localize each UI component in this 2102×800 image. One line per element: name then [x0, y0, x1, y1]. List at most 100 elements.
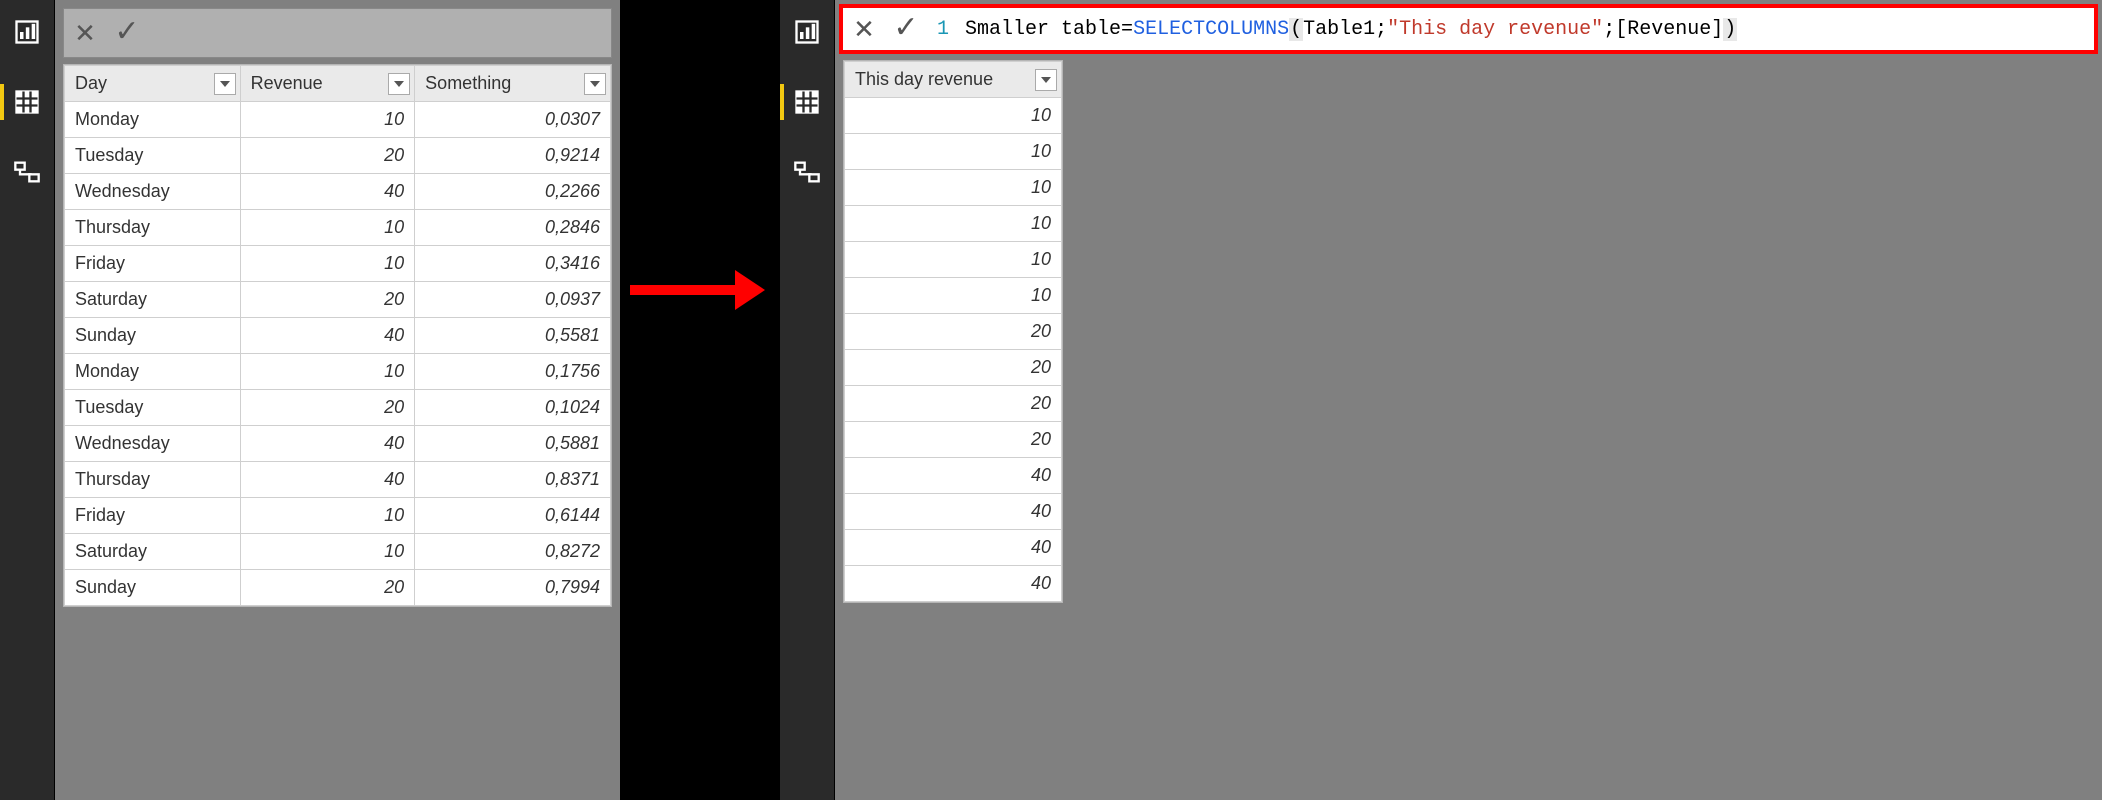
cell-something[interactable]: 0,0307: [415, 102, 611, 138]
cell-day[interactable]: Thursday: [65, 210, 241, 246]
cell-value[interactable]: 40: [845, 494, 1062, 530]
table-row[interactable]: Tuesday200,1024: [65, 390, 611, 426]
cell-something[interactable]: 0,8371: [415, 462, 611, 498]
table-row[interactable]: Saturday100,8272: [65, 534, 611, 570]
table-row[interactable]: 10: [845, 278, 1062, 314]
cell-something[interactable]: 0,9214: [415, 138, 611, 174]
cell-day[interactable]: Wednesday: [65, 174, 241, 210]
table-row[interactable]: Friday100,6144: [65, 498, 611, 534]
table-row[interactable]: Monday100,1756: [65, 354, 611, 390]
table-row[interactable]: 10: [845, 98, 1062, 134]
column-header[interactable]: Day: [65, 66, 241, 102]
table-row[interactable]: 20: [845, 314, 1062, 350]
table-row[interactable]: Sunday200,7994: [65, 570, 611, 606]
column-header[interactable]: Revenue: [240, 66, 415, 102]
table-row[interactable]: 10: [845, 134, 1062, 170]
table-row[interactable]: 20: [845, 350, 1062, 386]
cell-day[interactable]: Sunday: [65, 570, 241, 606]
column-header[interactable]: This day revenue: [845, 62, 1062, 98]
table-row[interactable]: 40: [845, 458, 1062, 494]
cell-revenue[interactable]: 10: [240, 354, 415, 390]
cell-value[interactable]: 20: [845, 422, 1062, 458]
column-filter-button[interactable]: [388, 73, 410, 95]
table-row[interactable]: Monday100,0307: [65, 102, 611, 138]
cell-revenue[interactable]: 10: [240, 534, 415, 570]
cell-value[interactable]: 40: [845, 566, 1062, 602]
cell-something[interactable]: 0,1024: [415, 390, 611, 426]
table-row[interactable]: Sunday400,5581: [65, 318, 611, 354]
cell-something[interactable]: 0,6144: [415, 498, 611, 534]
cell-something[interactable]: 0,7994: [415, 570, 611, 606]
table-row[interactable]: 10: [845, 170, 1062, 206]
cell-day[interactable]: Monday: [65, 354, 241, 390]
cell-value[interactable]: 20: [845, 350, 1062, 386]
table-row[interactable]: 40: [845, 566, 1062, 602]
commit-formula-button[interactable]: ✓: [885, 6, 927, 48]
cell-value[interactable]: 10: [845, 170, 1062, 206]
table-row[interactable]: 10: [845, 242, 1062, 278]
nav-report[interactable]: [780, 8, 835, 56]
table-row[interactable]: Wednesday400,5881: [65, 426, 611, 462]
cell-day[interactable]: Tuesday: [65, 390, 241, 426]
table-row[interactable]: Tuesday200,9214: [65, 138, 611, 174]
cell-revenue[interactable]: 10: [240, 102, 415, 138]
cell-revenue[interactable]: 40: [240, 174, 415, 210]
column-header[interactable]: Something: [415, 66, 611, 102]
cell-something[interactable]: 0,8272: [415, 534, 611, 570]
nav-data[interactable]: [0, 78, 55, 126]
cell-value[interactable]: 20: [845, 314, 1062, 350]
cell-revenue[interactable]: 10: [240, 246, 415, 282]
cell-revenue[interactable]: 10: [240, 210, 415, 246]
cell-value[interactable]: 40: [845, 530, 1062, 566]
table-row[interactable]: 20: [845, 386, 1062, 422]
cell-revenue[interactable]: 20: [240, 570, 415, 606]
cell-something[interactable]: 0,0937: [415, 282, 611, 318]
cell-day[interactable]: Saturday: [65, 282, 241, 318]
cell-day[interactable]: Friday: [65, 246, 241, 282]
nav-report[interactable]: [0, 8, 55, 56]
table-row[interactable]: Wednesday400,2266: [65, 174, 611, 210]
table-row[interactable]: Friday100,3416: [65, 246, 611, 282]
cell-something[interactable]: 0,5881: [415, 426, 611, 462]
cell-day[interactable]: Monday: [65, 102, 241, 138]
nav-data[interactable]: [780, 78, 835, 126]
cell-something[interactable]: 0,1756: [415, 354, 611, 390]
table-row[interactable]: Saturday200,0937: [65, 282, 611, 318]
cell-day[interactable]: Wednesday: [65, 426, 241, 462]
cell-day[interactable]: Friday: [65, 498, 241, 534]
column-filter-button[interactable]: [1035, 69, 1057, 91]
cell-revenue[interactable]: 10: [240, 498, 415, 534]
cell-value[interactable]: 10: [845, 134, 1062, 170]
cell-value[interactable]: 10: [845, 206, 1062, 242]
cell-value[interactable]: 40: [845, 458, 1062, 494]
column-filter-button[interactable]: [584, 73, 606, 95]
cell-revenue[interactable]: 40: [240, 462, 415, 498]
cell-revenue[interactable]: 20: [240, 282, 415, 318]
table-row[interactable]: 20: [845, 422, 1062, 458]
cell-day[interactable]: Thursday: [65, 462, 241, 498]
cell-value[interactable]: 10: [845, 242, 1062, 278]
cell-revenue[interactable]: 40: [240, 426, 415, 462]
cell-something[interactable]: 0,5581: [415, 318, 611, 354]
cell-value[interactable]: 10: [845, 278, 1062, 314]
cancel-formula-button[interactable]: ✕: [64, 9, 106, 57]
table-row[interactable]: 40: [845, 494, 1062, 530]
table-row[interactable]: 40: [845, 530, 1062, 566]
cell-revenue[interactable]: 20: [240, 390, 415, 426]
cell-day[interactable]: Tuesday: [65, 138, 241, 174]
column-filter-button[interactable]: [214, 73, 236, 95]
table-row[interactable]: Thursday400,8371: [65, 462, 611, 498]
cell-value[interactable]: 10: [845, 98, 1062, 134]
cell-something[interactable]: 0,3416: [415, 246, 611, 282]
cell-revenue[interactable]: 20: [240, 138, 415, 174]
table-row[interactable]: 10: [845, 206, 1062, 242]
cell-day[interactable]: Saturday: [65, 534, 241, 570]
cell-revenue[interactable]: 40: [240, 318, 415, 354]
cell-something[interactable]: 0,2846: [415, 210, 611, 246]
formula-input-left[interactable]: [148, 9, 611, 57]
cell-value[interactable]: 20: [845, 386, 1062, 422]
commit-formula-button[interactable]: ✓: [106, 7, 148, 55]
formula-input-right[interactable]: 1 Smaller table = SELECTCOLUMNS ( Table1…: [927, 8, 2094, 50]
cell-something[interactable]: 0,2266: [415, 174, 611, 210]
table-row[interactable]: Thursday100,2846: [65, 210, 611, 246]
